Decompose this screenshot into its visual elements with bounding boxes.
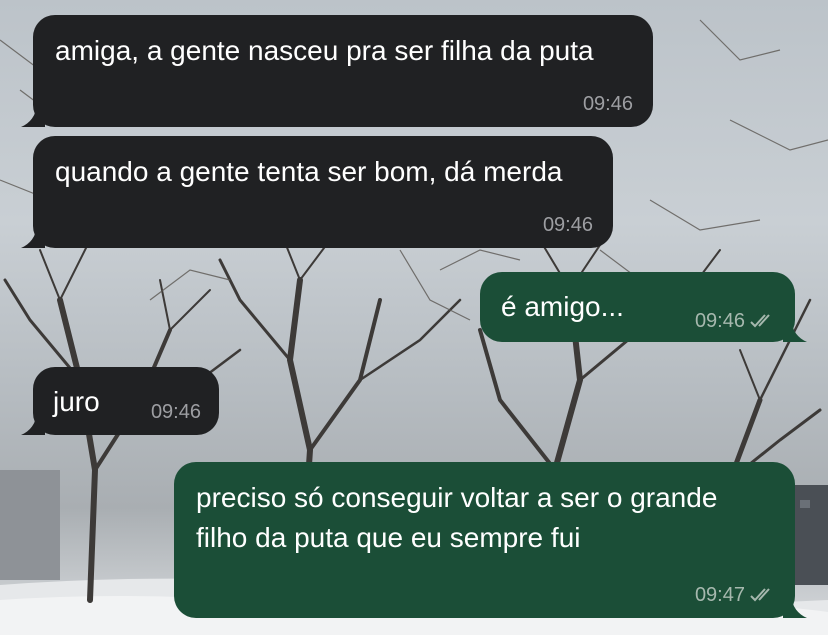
bubble-tail [21,105,45,127]
message-time: 09:47 [694,584,745,606]
message-text: quando a gente tenta ser bom, dá merda [55,156,563,187]
message-timestamp: 09:46 [695,310,775,332]
message-time: 09:46 [694,310,745,332]
message-bubble-incoming[interactable]: juro 09:46 [21,367,219,435]
message-bubble-outgoing[interactable]: preciso só conseguir voltar a ser o gran… [174,462,807,618]
bubble-tail [783,596,807,618]
message-timestamp: 09:46 [582,93,633,115]
bubble-tail [21,226,45,248]
message-timestamp: 09:46 [542,214,593,236]
message-timestamp: 09:47 [695,584,775,606]
message-timestamp: 09:46 [150,401,201,423]
message-text: preciso só conseguir voltar a ser o gran… [196,482,718,553]
message-bubble-incoming[interactable]: amiga, a gente nasceu pra ser filha da p… [21,15,653,127]
double-check-icon [750,314,770,328]
message-bubble-incoming[interactable]: quando a gente tenta ser bom, dá merda 0… [21,136,613,248]
bubble-tail [21,413,45,435]
bubble-tail [783,320,807,342]
double-check-icon [750,588,770,602]
message-bubble-outgoing[interactable]: é amigo... 09:46 [480,272,807,342]
message-text: amiga, a gente nasceu pra ser filha da p… [55,35,594,66]
